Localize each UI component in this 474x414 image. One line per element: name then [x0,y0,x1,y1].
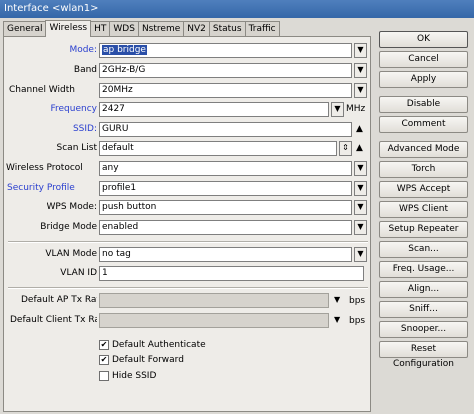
vlan-id-input[interactable]: 1 [99,266,364,281]
vlan-id-label: VLAN ID [60,268,97,278]
scan-list-select[interactable]: default [99,141,337,156]
vlan-mode-dropdown-icon[interactable]: ▼ [354,247,367,262]
scan-list-dropdown-icon[interactable]: ⇕ [339,141,352,156]
vlan-mode-label-box: VLAN Mode [6,247,97,263]
frequency-label: Frequency [50,104,98,114]
default-ap-tx-rate-label-box: Default AP Tx Rate [6,293,97,309]
frequency-label-box: Frequency [6,102,98,118]
reset-configuration-button[interactable]: Reset Configuration [379,341,468,369]
tab-wds[interactable]: WDS [109,21,139,37]
hide-ssid-label: Hide SSID [112,371,157,381]
tab-ht[interactable]: HT [90,21,111,37]
mode-select[interactable]: ap bridge [99,43,352,58]
wireless-protocol-label: Wireless Protocol [6,163,83,173]
separator [8,287,368,289]
vlan-id-label-box: VLAN ID [6,266,97,282]
wireless-protocol-dropdown-icon[interactable]: ▼ [354,161,367,176]
bridge-mode-label: Bridge Mode [40,222,97,232]
default-ap-tx-rate-dropdown-icon[interactable]: ▼ [334,295,340,304]
separator [8,241,368,243]
mode-label-box: Mode: [6,43,97,59]
default-forward-checkbox[interactable]: ✔ [99,355,109,365]
default-ap-tx-rate-label: Default AP Tx Rate [21,295,97,305]
comment-button[interactable]: Comment [379,116,468,133]
mode-value: ap bridge [102,45,147,55]
channel-width-label: Channel Width [9,85,75,95]
tab-general[interactable]: General [3,21,47,37]
channel-width-dropdown-icon[interactable]: ▼ [354,83,367,98]
ok-button[interactable]: OK [379,31,468,48]
disable-button[interactable]: Disable [379,96,468,113]
window-title: Interface <wlan1> [0,0,474,18]
band-label: Band [73,65,97,75]
security-profile-dropdown-icon[interactable]: ▼ [354,181,367,196]
default-ap-tx-rate-unit: bps [349,296,366,306]
tab-nstreme[interactable]: Nstreme [137,21,185,37]
channel-width-label-box: Channel Width [6,83,97,99]
frequency-select[interactable]: 2427 [99,102,329,117]
wps-mode-select[interactable]: push button [99,200,352,215]
align-button[interactable]: Align... [379,281,468,298]
wireless-protocol-label-box: Wireless Protocol [6,161,97,177]
security-profile-select[interactable]: profile1 [99,181,352,196]
mode-dropdown-icon[interactable]: ▼ [354,43,367,58]
scan-button[interactable]: Scan... [379,241,468,258]
ssid-label: SSID: [72,124,97,134]
ssid-label-box: SSID: [6,122,97,138]
tab-traffic[interactable]: Traffic [244,21,280,37]
tab-status[interactable]: Status [208,21,246,37]
default-authenticate-checkbox[interactable]: ✔ [99,340,109,350]
wireless-protocol-select[interactable]: any [99,161,352,176]
mode-label: Mode: [69,45,97,55]
sniff-button[interactable]: Sniff... [379,301,468,318]
bridge-mode-dropdown-icon[interactable]: ▼ [354,220,367,235]
default-client-tx-rate-dropdown-icon[interactable]: ▼ [334,315,340,324]
default-client-tx-rate-label: Default Client Tx Rate [10,315,97,325]
ssid-input[interactable]: GURU [99,122,352,137]
ssid-collapse-icon[interactable]: ▲ [356,124,363,134]
bridge-mode-select[interactable]: enabled [99,220,352,235]
wps-accept-button[interactable]: WPS Accept [379,181,468,198]
channel-width-select[interactable]: 20MHz [99,83,352,98]
band-label-box: Band [6,63,97,79]
frequency-unit: MHz [346,104,366,114]
default-forward-label: Default Forward [112,355,184,365]
band-select[interactable]: 2GHz-B/G [99,63,352,78]
wps-mode-label-box: WPS Mode: [6,200,97,216]
vlan-mode-label: VLAN Mode [45,249,97,259]
frequency-dropdown-icon[interactable]: ▼ [331,102,344,117]
default-client-tx-rate-label-box: Default Client Tx Rate [6,313,97,329]
wps-mode-label: WPS Mode: [46,202,97,212]
scan-list-collapse-icon[interactable]: ▲ [356,143,363,153]
snooper-button[interactable]: Snooper... [379,321,468,338]
security-profile-label-box: Security Profile [6,181,97,197]
freq-usage-button[interactable]: Freq. Usage... [379,261,468,278]
advanced-mode-button[interactable]: Advanced Mode [379,141,468,158]
tab-nv2[interactable]: NV2 [183,21,210,37]
apply-button[interactable]: Apply [379,71,468,88]
cancel-button[interactable]: Cancel [379,51,468,68]
hide-ssid-checkbox[interactable] [99,371,109,381]
wps-mode-dropdown-icon[interactable]: ▼ [354,200,367,215]
wps-client-button[interactable]: WPS Client [379,201,468,218]
vlan-mode-select[interactable]: no tag [99,247,352,262]
default-authenticate-label: Default Authenticate [112,340,206,350]
default-ap-tx-rate-select[interactable] [99,293,329,308]
default-client-tx-rate-select[interactable] [99,313,329,328]
wireless-panel: Mode: ap bridge ▼ Band 2GHz-B/G ▼ Channe… [3,36,371,412]
band-dropdown-icon[interactable]: ▼ [354,63,367,78]
tab-bar: General Wireless HT WDS Nstreme NV2 Stat… [3,20,280,37]
setup-repeater-button[interactable]: Setup Repeater [379,221,468,238]
bridge-mode-label-box: Bridge Mode [6,220,97,236]
tab-wireless[interactable]: Wireless [45,20,92,37]
scan-list-label-box: Scan List [6,141,97,157]
default-client-tx-rate-unit: bps [349,316,366,326]
scan-list-label: Scan List [56,143,97,153]
security-profile-label: Security Profile [7,183,75,193]
torch-button[interactable]: Torch [379,161,468,178]
